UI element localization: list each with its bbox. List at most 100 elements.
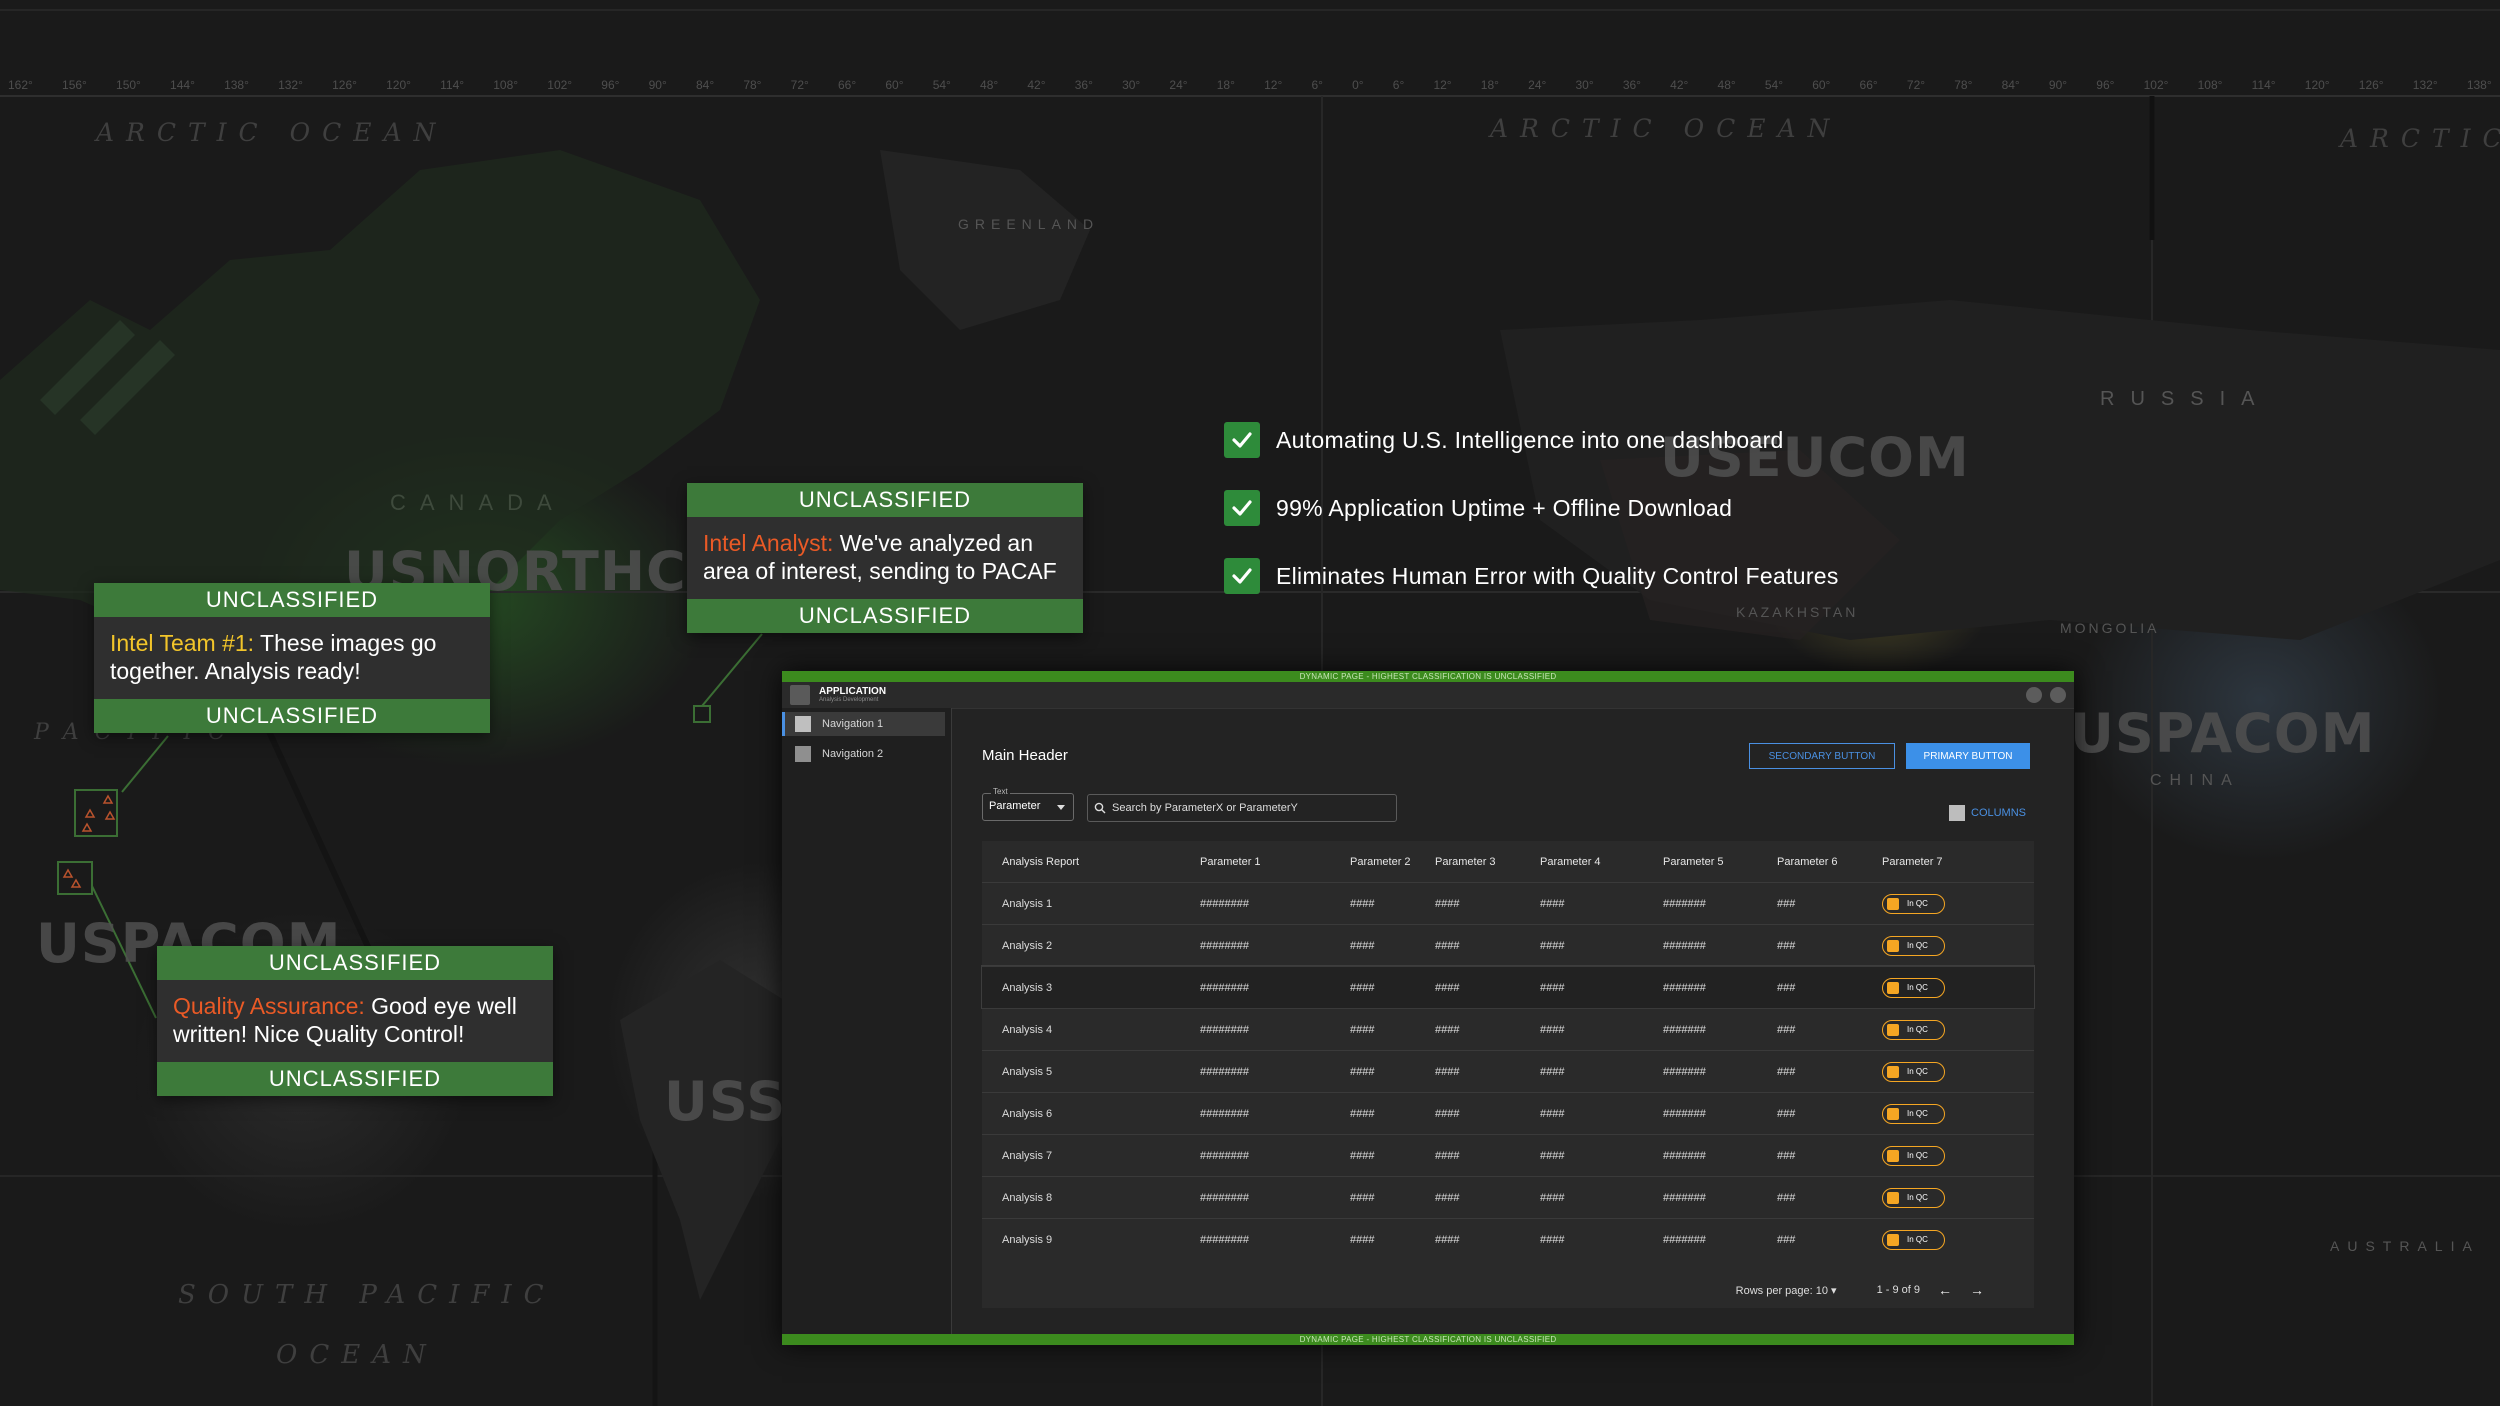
sidebar-item-navigation-2[interactable]: Navigation 2 [782,742,945,766]
status-badge[interactable]: In QC [1882,935,1945,956]
app-title: APPLICATION [819,686,887,697]
chat-message: Intel Team #1: These images go together.… [94,617,490,699]
longitude-label: 78° [743,78,762,92]
longitude-label: 132° [2412,78,2438,92]
nav-icon [795,716,811,732]
status-cell: In QC [1882,1187,2032,1208]
parameter-cell: ######## [1200,981,1249,994]
window-control-button[interactable] [2050,687,2066,703]
longitude-label: 138° [224,78,249,92]
column-header[interactable]: Parameter 2 [1350,856,1435,868]
check-icon [1224,490,1260,526]
table-row[interactable]: Analysis 9 ######## #### #### #### ####### ###… [982,1218,2034,1260]
map-label-ocean: OCEAN [276,1340,438,1370]
analysis-name-cell: Analysis 5 [1002,1065,1053,1078]
status-badge[interactable]: In QC [1882,1019,1945,1040]
columns-button[interactable]: COLUMNS [1949,805,2026,821]
status-cell: In QC [1882,893,2032,914]
parameter-cell: #### [1435,897,1460,910]
status-label: In QC [1907,941,1928,950]
column-header[interactable]: Analysis Report [982,856,1200,868]
primary-button[interactable]: PRIMARY BUTTON [1906,743,2030,769]
page-title: Main Header [982,747,1068,764]
parameter-cell: ### [1777,1149,1796,1162]
nav-icon [795,746,811,762]
status-badge[interactable]: In QC [1882,893,1945,914]
chat-card-intel-team: UNCLASSIFIED Intel Team #1: These images… [94,583,490,733]
parameter-cell: ### [1777,897,1796,910]
columns-icon [1949,805,1965,821]
longitude-label: 72° [790,78,809,92]
status-label: In QC [1907,1193,1928,1202]
parameter-cell: ### [1777,1065,1796,1078]
longitude-label: 90° [2048,78,2068,92]
parameter-cell: #### [1350,1065,1375,1078]
column-header[interactable]: Parameter 1 [1200,856,1350,868]
status-cell: In QC [1882,935,2032,956]
status-icon [1887,1191,1899,1204]
column-header[interactable]: Parameter 7 [1882,856,2032,868]
parameter-cell: #### [1435,1233,1460,1246]
status-badge[interactable]: In QC [1882,1145,1945,1166]
column-header[interactable]: Parameter 4 [1540,856,1663,868]
analysis-name-cell: Analysis 4 [1002,1023,1053,1036]
table-row[interactable]: Analysis 2 ######## #### #### #### ####### ###… [982,924,2034,966]
column-header[interactable]: Parameter 6 [1777,856,1882,868]
chat-speaker: Intel Analyst: [703,530,834,556]
map-label-arctic: ARCTIC [2340,124,2500,153]
chat-message: Quality Assurance: Good eye well written… [157,980,553,1062]
window-controls [2026,687,2066,703]
status-badge[interactable]: In QC [1882,1061,1945,1082]
check-icon [1224,558,1260,594]
table-row[interactable]: Analysis 3 ######## #### #### #### ####### ###… [981,965,2035,1009]
parameter-cell: #### [1350,1233,1375,1246]
sidebar-item-label: Navigation 1 [822,718,884,730]
map-label-south-pacific: SOUTH PACIFIC [178,1280,556,1310]
arrow-left-icon[interactable]: ← [1938,1282,1952,1298]
longitude-label: 150° [116,78,141,92]
analysis-name-cell: Analysis 6 [1002,1107,1053,1120]
status-badge[interactable]: In QC [1882,1229,1945,1250]
window-control-button[interactable] [2026,687,2042,703]
analysis-name-cell: Analysis 8 [1002,1191,1053,1204]
parameter-cell: ######## [1200,1149,1249,1162]
search-input[interactable]: Search by ParameterX or ParameterY [1087,794,1397,822]
parameter-select[interactable]: Text Parameter [982,787,1074,821]
classification-band-top: UNCLASSIFIED [687,483,1083,517]
longitude-label: 30° [1122,78,1141,92]
table-row[interactable]: Analysis 8 ######## #### #### #### ####### ###… [982,1176,2034,1218]
longitude-label: 114° [2251,78,2276,92]
feature-list: Automating U.S. Intelligence into one da… [1224,422,1839,626]
parameter-cell: ### [1777,981,1796,994]
status-badge[interactable]: In QC [1882,1187,1945,1208]
parameter-cell: ####### [1663,1191,1706,1204]
arrow-right-icon[interactable]: → [1970,1282,1984,1298]
status-label: In QC [1907,1151,1928,1160]
table-row[interactable]: Analysis 4 ######## #### #### #### ####### ###… [982,1008,2034,1050]
app-subtitle: Analysis Development [819,697,879,703]
status-badge[interactable]: In QC [1882,977,1945,998]
parameter-cell: ######## [1200,1065,1249,1078]
longitude-label: 36° [1622,78,1641,92]
table-row[interactable]: Analysis 5 ######## #### #### #### ####### ###… [982,1050,2034,1092]
parameter-cell: #### [1540,1107,1565,1120]
status-badge[interactable]: In QC [1882,1103,1945,1124]
table-row[interactable]: Analysis 1 ######## #### #### #### ####### ###… [982,882,2034,924]
longitude-label: 126° [332,78,357,92]
table-row[interactable]: Analysis 6 ######## #### #### #### ####### ###… [982,1092,2034,1134]
parameter-cell: #### [1350,981,1375,994]
sidebar-item-navigation-1[interactable]: Navigation 1 [782,712,945,736]
pagination: Rows per page: 10 ▾ 1 - 9 of 9 ← → [1736,1282,1984,1298]
analysis-name-cell: Analysis 7 [1002,1149,1053,1162]
check-icon [1224,422,1260,458]
rows-per-page-select[interactable]: Rows per page: 10 ▾ [1736,1284,1837,1297]
secondary-button[interactable]: SECONDARY BUTTON [1749,743,1895,769]
parameter-cell: #### [1435,1191,1460,1204]
longitude-label: 114° [440,78,465,92]
column-header[interactable]: Parameter 3 [1435,856,1540,868]
table-row[interactable]: Analysis 7 ######## #### #### #### ####### ###… [982,1134,2034,1176]
parameter-cell: ######## [1200,1107,1249,1120]
chat-card-intel-analyst: UNCLASSIFIED Intel Analyst: We've analyz… [687,483,1083,633]
longitude-label: 66° [838,78,857,92]
column-header[interactable]: Parameter 5 [1663,856,1777,868]
